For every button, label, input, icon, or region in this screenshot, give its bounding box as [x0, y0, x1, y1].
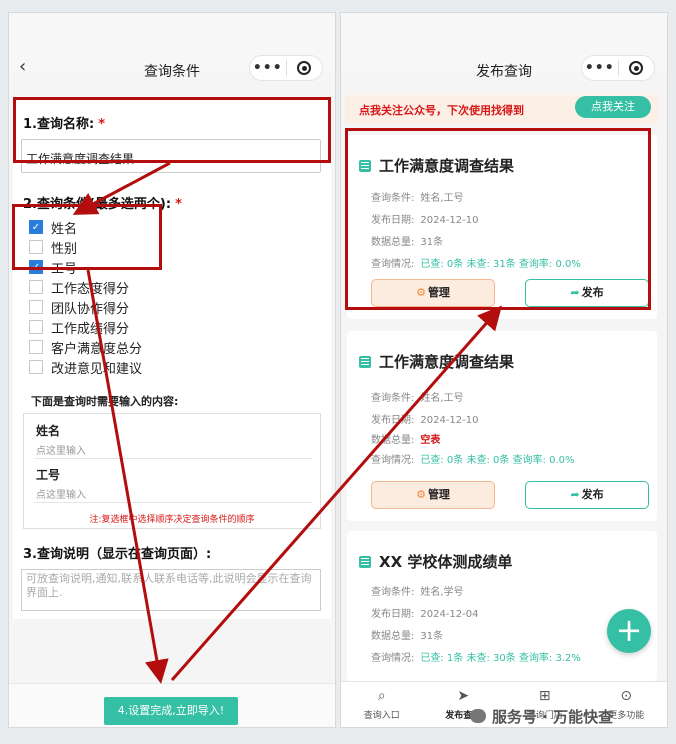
arrow-name-to-conditions	[72, 161, 171, 215]
annotation-arrows	[72, 161, 502, 684]
wechat-icon	[470, 709, 486, 723]
watermark: 服务号 · 万能快查	[470, 706, 613, 727]
arrow-submit-to-publish	[170, 305, 502, 681]
arrow-conditions-to-submit	[86, 269, 169, 684]
